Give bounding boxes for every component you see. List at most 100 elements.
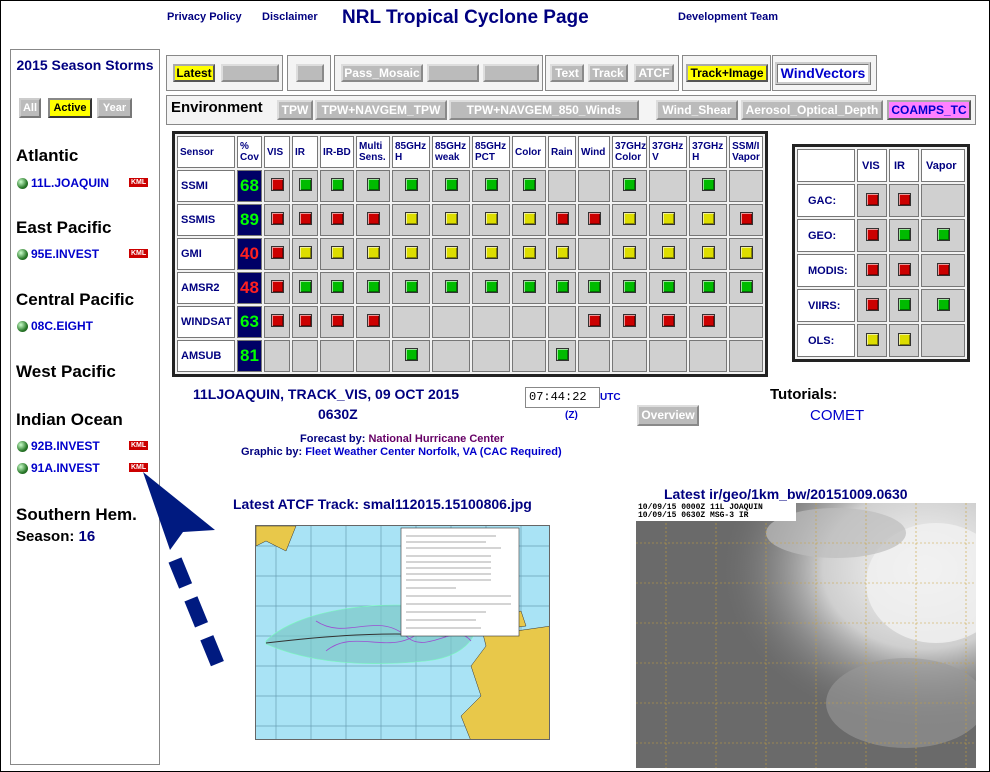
product-cell[interactable]: [264, 306, 290, 338]
status-square-icon[interactable]: [366, 280, 380, 293]
status-square-icon[interactable]: [865, 192, 879, 206]
status-square-icon[interactable]: [897, 262, 911, 276]
status-square-icon[interactable]: [897, 192, 911, 206]
status-square-icon[interactable]: [522, 178, 536, 191]
filter-all-button[interactable]: All: [19, 98, 41, 118]
status-square-icon[interactable]: [701, 246, 715, 259]
status-square-icon[interactable]: [404, 178, 418, 191]
product-cell[interactable]: [432, 204, 470, 236]
overview-button[interactable]: Overview: [637, 405, 699, 426]
status-square-icon[interactable]: [701, 314, 715, 327]
status-square-icon[interactable]: [897, 332, 911, 346]
product-cell[interactable]: [292, 238, 318, 270]
status-square-icon[interactable]: [298, 314, 312, 327]
status-square-icon[interactable]: [701, 212, 715, 225]
kml-badge[interactable]: KML: [129, 178, 149, 187]
status-square-icon[interactable]: [366, 178, 380, 191]
product-cell[interactable]: [612, 204, 648, 236]
atcf-track-map[interactable]: [255, 525, 550, 740]
status-square-icon[interactable]: [270, 178, 284, 191]
product-cell[interactable]: [320, 204, 354, 236]
kml-badge[interactable]: KML: [129, 441, 149, 450]
product-cell[interactable]: [356, 170, 390, 202]
status-square-icon[interactable]: [555, 348, 569, 361]
product-cell[interactable]: [320, 272, 354, 304]
sensor-name[interactable]: WINDSAT: [177, 306, 235, 338]
product-cell[interactable]: [921, 254, 965, 287]
product-cell[interactable]: [729, 204, 764, 236]
status-square-icon[interactable]: [522, 280, 536, 293]
status-square-icon[interactable]: [298, 280, 312, 293]
status-square-icon[interactable]: [865, 297, 879, 311]
status-square-icon[interactable]: [587, 212, 601, 225]
product-cell[interactable]: [578, 306, 610, 338]
status-square-icon[interactable]: [404, 246, 418, 259]
product-cell[interactable]: [512, 204, 546, 236]
product-cell[interactable]: [857, 289, 887, 322]
status-square-icon[interactable]: [661, 212, 675, 225]
atcf-button[interactable]: ATCF: [634, 64, 674, 82]
forecast-link[interactable]: National Hurricane Center: [368, 433, 504, 445]
product-cell[interactable]: [649, 306, 688, 338]
status-square-icon[interactable]: [298, 246, 312, 259]
satellite-image[interactable]: 10/09/15 0000Z 11L JOAQUIN 10/09/15 0630…: [636, 503, 976, 768]
wind-shear-button[interactable]: Wind_Shear: [656, 100, 738, 120]
product-cell[interactable]: [472, 170, 510, 202]
product-cell[interactable]: [320, 238, 354, 270]
product-cell[interactable]: [472, 238, 510, 270]
status-square-icon[interactable]: [366, 246, 380, 259]
product-cell[interactable]: [512, 238, 546, 270]
product-cell[interactable]: [889, 254, 919, 287]
status-square-icon[interactable]: [623, 246, 637, 259]
product-cell[interactable]: [921, 219, 965, 252]
product-cell[interactable]: [612, 306, 648, 338]
product-cell[interactable]: [889, 324, 919, 357]
product-cell[interactable]: [649, 204, 688, 236]
status-square-icon[interactable]: [270, 314, 284, 327]
aerosol-optical-depth-button[interactable]: Aerosol_Optical_Depth: [741, 100, 883, 120]
status-square-icon[interactable]: [555, 212, 569, 225]
product-cell[interactable]: [320, 170, 354, 202]
product-cell[interactable]: [921, 289, 965, 322]
kml-badge[interactable]: KML: [129, 249, 149, 258]
product-cell[interactable]: [857, 219, 887, 252]
status-square-icon[interactable]: [661, 246, 675, 259]
status-square-icon[interactable]: [366, 314, 380, 327]
product-cell[interactable]: [292, 204, 318, 236]
status-square-icon[interactable]: [270, 280, 284, 293]
development-team-link[interactable]: Development Team: [678, 11, 778, 23]
filter-active-button[interactable]: Active: [48, 98, 92, 118]
status-square-icon[interactable]: [739, 280, 753, 293]
status-square-icon[interactable]: [936, 227, 950, 241]
status-square-icon[interactable]: [623, 212, 637, 225]
product-cell[interactable]: [264, 238, 290, 270]
product-cell[interactable]: [689, 238, 728, 270]
status-square-icon[interactable]: [701, 280, 715, 293]
product-cell[interactable]: [689, 306, 728, 338]
product-cell[interactable]: [689, 170, 728, 202]
comet-link[interactable]: COMET: [810, 407, 864, 424]
status-square-icon[interactable]: [298, 212, 312, 225]
blank-button[interactable]: [427, 64, 479, 82]
product-cell[interactable]: [578, 204, 610, 236]
status-square-icon[interactable]: [623, 178, 637, 191]
product-cell[interactable]: [392, 272, 430, 304]
product-cell[interactable]: [292, 306, 318, 338]
product-cell[interactable]: [392, 340, 430, 372]
status-square-icon[interactable]: [298, 178, 312, 191]
sensor-name[interactable]: SSMI: [177, 170, 235, 202]
status-square-icon[interactable]: [270, 246, 284, 259]
status-square-icon[interactable]: [330, 314, 344, 327]
time-input[interactable]: 07:44:22: [525, 387, 600, 408]
product-cell[interactable]: [612, 272, 648, 304]
product-cell[interactable]: [512, 272, 546, 304]
product-cell[interactable]: [548, 340, 576, 372]
product-cell[interactable]: [889, 184, 919, 217]
status-square-icon[interactable]: [330, 280, 344, 293]
product-cell[interactable]: [857, 184, 887, 217]
product-cell[interactable]: [472, 204, 510, 236]
status-square-icon[interactable]: [522, 246, 536, 259]
product-cell[interactable]: [857, 254, 887, 287]
storm-link-11l[interactable]: 11L.JOAQUIN: [17, 176, 109, 190]
status-square-icon[interactable]: [555, 280, 569, 293]
